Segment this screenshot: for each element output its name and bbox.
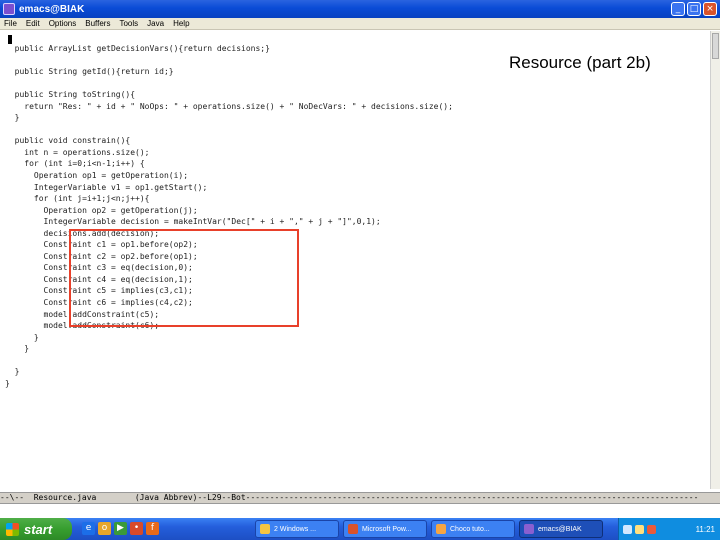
- close-button[interactable]: ×: [703, 2, 717, 16]
- highlight-box: [69, 229, 299, 327]
- scrollbar-thumb[interactable]: [712, 33, 719, 59]
- media-player-icon[interactable]: ▶: [114, 522, 127, 535]
- slide-title: Resource (part 2b): [509, 53, 651, 72]
- task-label: Microsoft Pow...: [362, 525, 412, 533]
- firefox-icon[interactable]: f: [146, 522, 159, 535]
- taskbar-button[interactable]: 2 Windows ...: [255, 520, 339, 538]
- task-app-icon: [524, 524, 534, 534]
- windows-logo-icon: [6, 522, 19, 536]
- menu-file[interactable]: File: [4, 19, 17, 28]
- messenger-icon[interactable]: •: [130, 522, 143, 535]
- taskbar: start e o ▶ • f 2 Windows ... Microsoft Pow..…: [0, 518, 720, 540]
- minimize-button[interactable]: _: [671, 2, 685, 16]
- code-line: for (int j=i+1;j<n;j++){: [5, 194, 150, 204]
- clock: 11:21: [695, 524, 715, 534]
- start-button[interactable]: start: [0, 518, 72, 540]
- code-line: IntegerVariable v1 = op1.getStart();: [5, 182, 208, 192]
- menu-edit[interactable]: Edit: [26, 19, 40, 28]
- menu-java[interactable]: Java: [147, 19, 164, 28]
- window-title: emacs@BIAK: [19, 3, 85, 15]
- menu-help[interactable]: Help: [173, 19, 189, 28]
- quick-launch-bar: e o ▶ • f: [82, 522, 159, 535]
- menu-bar: File Edit Options Buffers Tools Java Hel…: [0, 18, 720, 30]
- task-app-icon: [260, 524, 270, 534]
- menu-tools[interactable]: Tools: [119, 19, 138, 28]
- code-line: int n = operations.size();: [5, 147, 150, 157]
- task-label: Choco tuto...: [450, 525, 490, 533]
- maximize-button[interactable]: □: [687, 2, 701, 16]
- internet-explorer-icon[interactable]: e: [82, 522, 95, 535]
- code-line: }: [5, 332, 39, 342]
- code-line: }: [5, 344, 30, 354]
- code-line: public void constrain(){: [5, 136, 131, 146]
- code-line: }: [5, 113, 20, 123]
- task-app-icon: [436, 524, 446, 534]
- code-line: Operation op2 = getOperation(j);: [5, 205, 198, 215]
- title-bar: emacs@BIAK _ □ ×: [0, 0, 720, 18]
- taskbar-button[interactable]: Choco tuto...: [431, 520, 515, 538]
- system-tray: 11:21: [618, 518, 720, 540]
- menu-options[interactable]: Options: [49, 19, 77, 28]
- volume-icon[interactable]: [635, 524, 644, 534]
- vertical-scrollbar[interactable]: [710, 31, 720, 489]
- taskbar-button[interactable]: emacs@BIAK: [519, 520, 603, 538]
- code-line: }: [5, 367, 20, 377]
- outlook-icon[interactable]: o: [98, 522, 111, 535]
- code-buffer[interactable]: public ArrayList getDecisionVars(){retur…: [5, 43, 705, 389]
- code-line: for (int i=0;i<n-1;i++) {: [5, 159, 145, 169]
- code-line: return "Res: " + id + " NoOps: " + opera…: [5, 101, 453, 111]
- task-label: emacs@BIAK: [538, 525, 582, 533]
- minibuffer[interactable]: [0, 504, 720, 518]
- security-icon[interactable]: [647, 524, 656, 534]
- code-line: IntegerVariable decision = makeIntVar("D…: [5, 217, 381, 227]
- task-list: 2 Windows ... Microsoft Pow... Choco tuto.…: [255, 520, 603, 538]
- code-line: Operation op1 = getOperation(i);: [5, 171, 189, 181]
- code-line: }: [5, 378, 10, 388]
- start-label: start: [24, 521, 53, 537]
- task-label: 2 Windows ...: [274, 525, 317, 533]
- taskbar-button[interactable]: Microsoft Pow...: [343, 520, 427, 538]
- code-line: public String toString(){: [5, 90, 136, 100]
- window-controls: _ □ ×: [671, 2, 717, 16]
- task-app-icon: [348, 524, 358, 534]
- emacs-app-icon: [3, 3, 15, 15]
- mode-line: --\-- Resource.java (Java Abbrev)--L29--…: [0, 492, 720, 504]
- network-icon[interactable]: [623, 524, 632, 534]
- menu-buffers[interactable]: Buffers: [85, 19, 110, 28]
